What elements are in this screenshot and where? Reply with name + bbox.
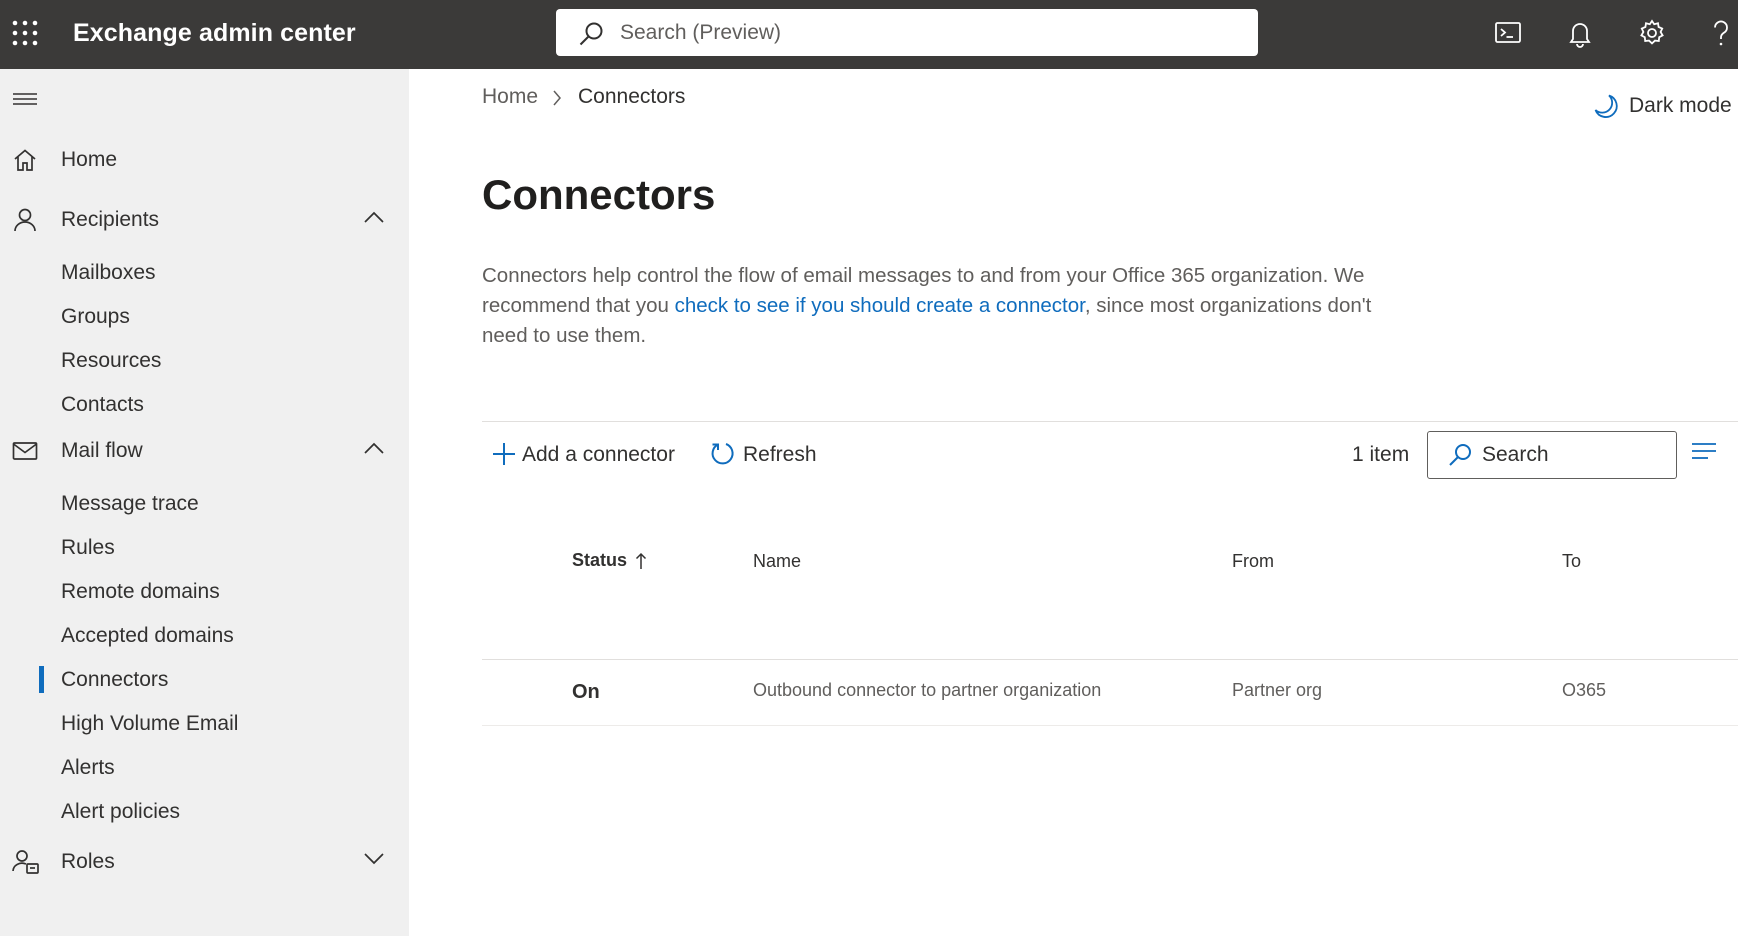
add-connector-label: Add a connector [522, 443, 675, 466]
nav-remote-domains-label: Remote domains [61, 580, 220, 603]
column-header-name[interactable]: Name [753, 551, 801, 572]
create-connector-help-link[interactable]: check to see if you should create a conn… [675, 294, 1085, 317]
search-icon [1448, 443, 1472, 467]
filter-icon[interactable] [1691, 441, 1717, 461]
nav-accepted-domains-label: Accepted domains [61, 624, 234, 647]
app-title[interactable]: Exchange admin center [73, 19, 356, 48]
page-title: Connectors [482, 171, 716, 218]
refresh-icon [710, 441, 736, 467]
nav-roles-label: Roles [61, 850, 115, 873]
nav-message-trace[interactable]: Message trace [0, 482, 409, 524]
table-row-divider [482, 725, 1738, 726]
nav-alerts[interactable]: Alerts [0, 746, 409, 788]
cloud-shell-icon[interactable] [1493, 18, 1523, 48]
nav-contacts[interactable]: Contacts [0, 383, 409, 425]
collapse-nav-icon[interactable] [12, 91, 38, 107]
cell-status: On [572, 681, 600, 703]
cell-name: Outbound connector to partner organizati… [753, 680, 1102, 700]
sort-ascending-icon [635, 552, 647, 570]
settings-icon[interactable] [1637, 18, 1667, 48]
list-search-box[interactable] [1427, 431, 1677, 479]
nav-home-label: Home [61, 148, 118, 171]
search-icon [578, 21, 604, 47]
chevron-right-icon [552, 90, 562, 106]
left-navigation: Home Recipients Mailboxes Groups Resourc… [0, 69, 409, 936]
global-search-box[interactable] [556, 9, 1258, 56]
command-bar-divider [482, 421, 1738, 422]
breadcrumb-current: Connectors [578, 85, 686, 108]
column-header-to[interactable]: To [1562, 551, 1581, 572]
nav-connectors-label: Connectors [61, 668, 169, 691]
refresh-label: Refresh [743, 443, 817, 466]
nav-alert-policies-label: Alert policies [61, 800, 181, 823]
top-bar: Exchange admin center [0, 0, 1738, 69]
nav-mail-flow-label: Mail flow [61, 439, 143, 462]
roles-icon [12, 849, 40, 875]
help-icon[interactable] [1706, 18, 1736, 48]
nav-home[interactable]: Home [0, 137, 409, 181]
page-description: Connectors help control the flow of emai… [482, 261, 1412, 351]
nav-mailboxes-label: Mailboxes [61, 261, 156, 284]
main-content: Home Connectors Dark mode Connectors Con… [409, 69, 1738, 936]
nav-high-volume-email[interactable]: High Volume Email [0, 702, 409, 744]
nav-resources[interactable]: Resources [0, 339, 409, 381]
nav-recipients-label: Recipients [61, 208, 160, 231]
nav-groups-label: Groups [61, 305, 130, 328]
breadcrumb-home[interactable]: Home [482, 85, 538, 109]
active-indicator [39, 666, 44, 693]
global-search-input[interactable] [620, 9, 1240, 56]
add-connector-button[interactable]: Add a connector [482, 433, 682, 475]
chevron-down-icon[interactable] [364, 853, 384, 865]
dark-mode-label: Dark mode [1629, 94, 1732, 117]
nav-groups[interactable]: Groups [0, 295, 409, 337]
nav-connectors[interactable]: Connectors [0, 658, 409, 700]
nav-roles[interactable]: Roles [0, 839, 409, 883]
nav-mailboxes[interactable]: Mailboxes [0, 251, 409, 293]
waffle-icon[interactable] [12, 20, 38, 46]
nav-alerts-label: Alerts [61, 756, 115, 779]
nav-resources-label: Resources [61, 349, 162, 372]
add-icon [492, 442, 516, 466]
nav-high-volume-email-label: High Volume Email [61, 712, 239, 735]
chevron-up-icon[interactable] [364, 211, 384, 223]
item-count: 1 item [1352, 443, 1410, 466]
nav-accepted-domains[interactable]: Accepted domains [0, 614, 409, 656]
column-header-status-label: Status [572, 550, 628, 570]
cell-from: Partner org [1232, 680, 1323, 700]
table-row[interactable]: On Outbound connector to partner organiz… [482, 660, 1738, 725]
nav-recipients[interactable]: Recipients [0, 197, 409, 241]
notifications-icon[interactable] [1565, 18, 1595, 48]
mail-icon [12, 438, 38, 464]
nav-message-trace-label: Message trace [61, 492, 199, 515]
column-header-status[interactable]: Status [572, 550, 647, 571]
chevron-up-icon[interactable] [364, 442, 384, 454]
moon-icon [1593, 93, 1619, 119]
nav-alert-policies[interactable]: Alert policies [0, 790, 409, 832]
home-icon [12, 147, 38, 173]
list-search-input[interactable] [1482, 432, 1667, 478]
nav-mail-flow[interactable]: Mail flow [0, 428, 409, 472]
nav-contacts-label: Contacts [61, 393, 144, 416]
nav-remote-domains[interactable]: Remote domains [0, 570, 409, 612]
column-header-from[interactable]: From [1232, 551, 1274, 572]
person-icon [12, 207, 38, 233]
cell-to: O365 [1562, 680, 1607, 700]
nav-rules[interactable]: Rules [0, 526, 409, 568]
nav-rules-label: Rules [61, 536, 115, 559]
refresh-button[interactable]: Refresh [701, 433, 821, 475]
